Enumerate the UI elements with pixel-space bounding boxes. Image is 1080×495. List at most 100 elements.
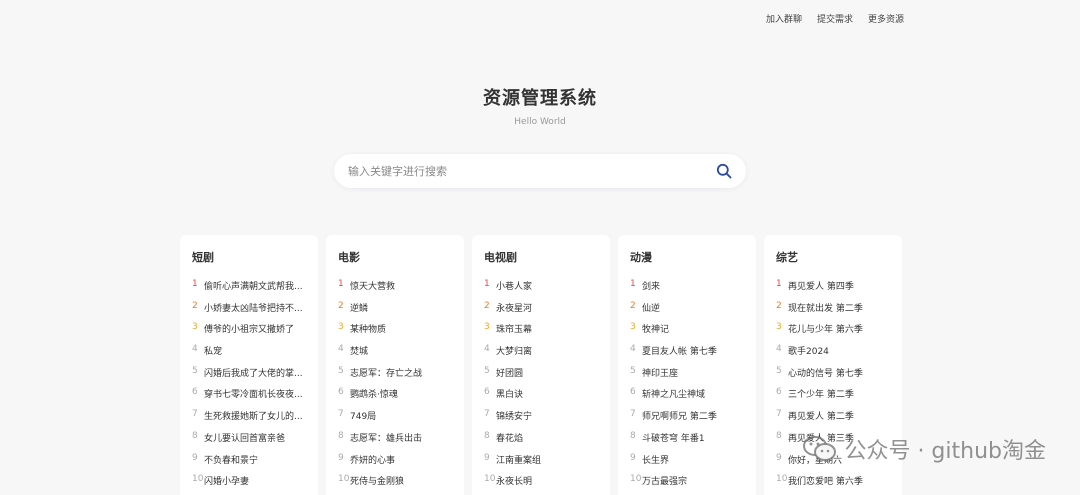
rank-number: 7 bbox=[630, 409, 636, 420]
rank-number: 7 bbox=[484, 409, 490, 420]
ranking-item-title: 闪婚后我成了大佬的掌... bbox=[204, 368, 303, 379]
ranking-item-title: 剑来 bbox=[642, 282, 661, 292]
ranking-item[interactable]: 5 好团圆 bbox=[484, 366, 610, 388]
ranking-item[interactable]: 3 牧神记 bbox=[630, 322, 756, 344]
ranking-item[interactable]: 3 花儿与少年 第六季 bbox=[776, 322, 902, 344]
ranking-item[interactable]: 7 锦绣安宁 bbox=[484, 409, 610, 431]
ranking-item[interactable]: 10 万古最强宗 bbox=[630, 474, 756, 495]
ranking-item-title: 三个少年 第二季 bbox=[788, 390, 854, 401]
ranking-item[interactable]: 7 749局 bbox=[338, 409, 464, 431]
rank-number: 10 bbox=[776, 474, 788, 485]
rank-number: 4 bbox=[338, 344, 344, 355]
nav-join-group-link[interactable]: 加入群聊 bbox=[766, 12, 802, 25]
rank-number: 6 bbox=[192, 387, 198, 398]
ranking-item[interactable]: 8 女儿要认回首富亲爸 bbox=[192, 431, 318, 453]
ranking-item[interactable]: 4 夏目友人帐 第七季 bbox=[630, 344, 756, 366]
ranking-item[interactable]: 2 逆鳞 bbox=[338, 301, 464, 323]
ranking-item[interactable]: 10 我们恋爱吧 第六季 bbox=[776, 474, 902, 495]
ranking-item[interactable]: 5 神印王座 bbox=[630, 366, 756, 388]
search-icon[interactable] bbox=[714, 161, 734, 181]
ranking-item-title: 偷听心声满朝文武帮我... bbox=[204, 282, 303, 292]
rank-number: 1 bbox=[630, 279, 636, 289]
ranking-item[interactable]: 8 春花焰 bbox=[484, 431, 610, 453]
rank-number: 5 bbox=[338, 365, 344, 376]
ranking-item[interactable]: 5 闪婚后我成了大佬的掌... bbox=[192, 366, 318, 388]
rank-number: 7 bbox=[776, 409, 782, 420]
category-card-movie: 电影 1 惊天大营救 2 逆鳞 3 某种物质 4 焚城 5 志愿军：存亡之战 6 鹦鹉杀·惊魂 7 749局… bbox=[326, 235, 464, 495]
search-input[interactable] bbox=[348, 164, 714, 178]
ranking-item-title: 长生界 bbox=[642, 455, 670, 466]
rank-number: 9 bbox=[776, 452, 782, 463]
ranking-item[interactable]: 10 死侍与金刚狼 bbox=[338, 474, 464, 495]
category-card-tv-series: 电视剧 1 小巷人家 2 永夜星河 3 珠帘玉幕 4 大梦归离 5 好团圆 6 黑白诀 7 锦绣安宁 8 春花焰… bbox=[472, 235, 610, 495]
ranking-item[interactable]: 10 永夜长明 bbox=[484, 474, 610, 495]
ranking-item[interactable]: 1 剑来 bbox=[630, 279, 756, 301]
ranking-item[interactable]: 4 歌手2024 bbox=[776, 344, 902, 366]
ranking-item[interactable]: 10 闪婚小孕妻 bbox=[192, 474, 318, 495]
rank-number: 6 bbox=[338, 387, 344, 398]
nav-more-resources-link[interactable]: 更多资源 bbox=[868, 12, 904, 25]
ranking-item[interactable]: 4 焚城 bbox=[338, 344, 464, 366]
nav-submit-request-link[interactable]: 提交需求 bbox=[817, 12, 853, 25]
ranking-item[interactable]: 2 现在就出发 第二季 bbox=[776, 301, 902, 323]
ranking-item[interactable]: 1 再见爱人 第四季 bbox=[776, 279, 902, 301]
ranking-item[interactable]: 1 偷听心声满朝文武帮我... bbox=[192, 279, 318, 301]
ranking-item[interactable]: 7 再见爱人 第二季 bbox=[776, 409, 902, 431]
rank-number: 9 bbox=[338, 452, 344, 463]
page-subtitle: Hello World bbox=[514, 117, 566, 127]
rank-number: 8 bbox=[192, 430, 198, 441]
ranking-item-title: 傅爷的小祖宗又撒娇了 bbox=[204, 325, 295, 336]
ranking-item[interactable]: 9 乔妍的心事 bbox=[338, 453, 464, 475]
ranking-item[interactable]: 9 江南重案组 bbox=[484, 453, 610, 475]
ranking-item[interactable]: 6 鹦鹉杀·惊魂 bbox=[338, 387, 464, 409]
rank-number: 9 bbox=[484, 452, 490, 463]
rank-number: 8 bbox=[484, 430, 490, 441]
wechat-icon bbox=[803, 436, 837, 461]
ranking-item-title: 不负春和景宁 bbox=[204, 455, 259, 466]
rank-number: 1 bbox=[338, 279, 344, 289]
watermark: 公众号 · github淘金 bbox=[802, 433, 1046, 465]
ranking-item-title: 我们恋爱吧 第六季 bbox=[788, 477, 863, 488]
ranking-item[interactable]: 9 长生界 bbox=[630, 453, 756, 475]
rank-number: 2 bbox=[630, 300, 636, 311]
ranking-item[interactable]: 2 小娇妻太凶陆爷把持不... bbox=[192, 301, 318, 323]
ranking-item[interactable]: 1 惊天大营救 bbox=[338, 279, 464, 301]
ranking-item[interactable]: 6 三个少年 第二季 bbox=[776, 387, 902, 409]
ranking-item-title: 闪婚小孕妻 bbox=[204, 477, 250, 488]
ranking-item[interactable]: 6 黑白诀 bbox=[484, 387, 610, 409]
ranking-item[interactable]: 6 穿书七零冷面机长夜夜... bbox=[192, 387, 318, 409]
ranking-item-title: 永夜星河 bbox=[496, 303, 533, 314]
ranking-item[interactable]: 5 心动的信号 第七季 bbox=[776, 366, 902, 388]
ranking-item[interactable]: 2 仙逆 bbox=[630, 301, 756, 323]
ranking-item-title: 鹦鹉杀·惊魂 bbox=[350, 390, 398, 401]
ranking-item-title: 志愿军：存亡之战 bbox=[350, 368, 423, 379]
ranking-item[interactable]: 3 珠帘玉幕 bbox=[484, 322, 610, 344]
rank-number: 3 bbox=[192, 322, 198, 333]
ranking-item[interactable]: 1 小巷人家 bbox=[484, 279, 610, 301]
rank-number: 8 bbox=[776, 430, 782, 441]
ranking-item-title: 大梦归离 bbox=[496, 347, 533, 358]
ranking-item-title: 好团圆 bbox=[496, 368, 524, 379]
ranking-item[interactable]: 7 师兄啊师兄 第二季 bbox=[630, 409, 756, 431]
ranking-item[interactable]: 2 永夜星河 bbox=[484, 301, 610, 323]
ranking-item[interactable]: 4 大梦归离 bbox=[484, 344, 610, 366]
ranking-item[interactable]: 9 不负春和景宁 bbox=[192, 453, 318, 475]
category-title: 动漫 bbox=[630, 251, 652, 264]
ranking-item-title: 万古最强宗 bbox=[642, 477, 688, 488]
rank-number: 4 bbox=[484, 344, 490, 355]
ranking-item-title: 死侍与金刚狼 bbox=[350, 477, 405, 488]
ranking-item-title: 花儿与少年 第六季 bbox=[788, 325, 863, 336]
category-card-anime: 动漫 1 剑来 2 仙逆 3 牧神记 4 夏目友人帐 第七季 5 神印王座 6 斩神之凡尘神域 7 师兄啊师… bbox=[618, 235, 756, 495]
ranking-item[interactable]: 3 傅爷的小祖宗又撒娇了 bbox=[192, 322, 318, 344]
ranking-item[interactable]: 4 私宠 bbox=[192, 344, 318, 366]
ranking-item[interactable]: 8 斗破苍穹 年番1 bbox=[630, 431, 756, 453]
ranking-item-title: 黑白诀 bbox=[496, 390, 524, 401]
ranking-item[interactable]: 7 生死救援她斯了女儿的... bbox=[192, 409, 318, 431]
ranking-item[interactable]: 6 斩神之凡尘神域 bbox=[630, 387, 756, 409]
ranking-item-title: 穿书七零冷面机长夜夜... bbox=[204, 390, 303, 401]
ranking-item[interactable]: 5 志愿军：存亡之战 bbox=[338, 366, 464, 388]
rank-number: 3 bbox=[776, 322, 782, 333]
ranking-item[interactable]: 3 某种物质 bbox=[338, 322, 464, 344]
ranking-item[interactable]: 8 志愿军：雄兵出击 bbox=[338, 431, 464, 453]
ranking-item-title: 志愿军：雄兵出击 bbox=[350, 433, 423, 444]
